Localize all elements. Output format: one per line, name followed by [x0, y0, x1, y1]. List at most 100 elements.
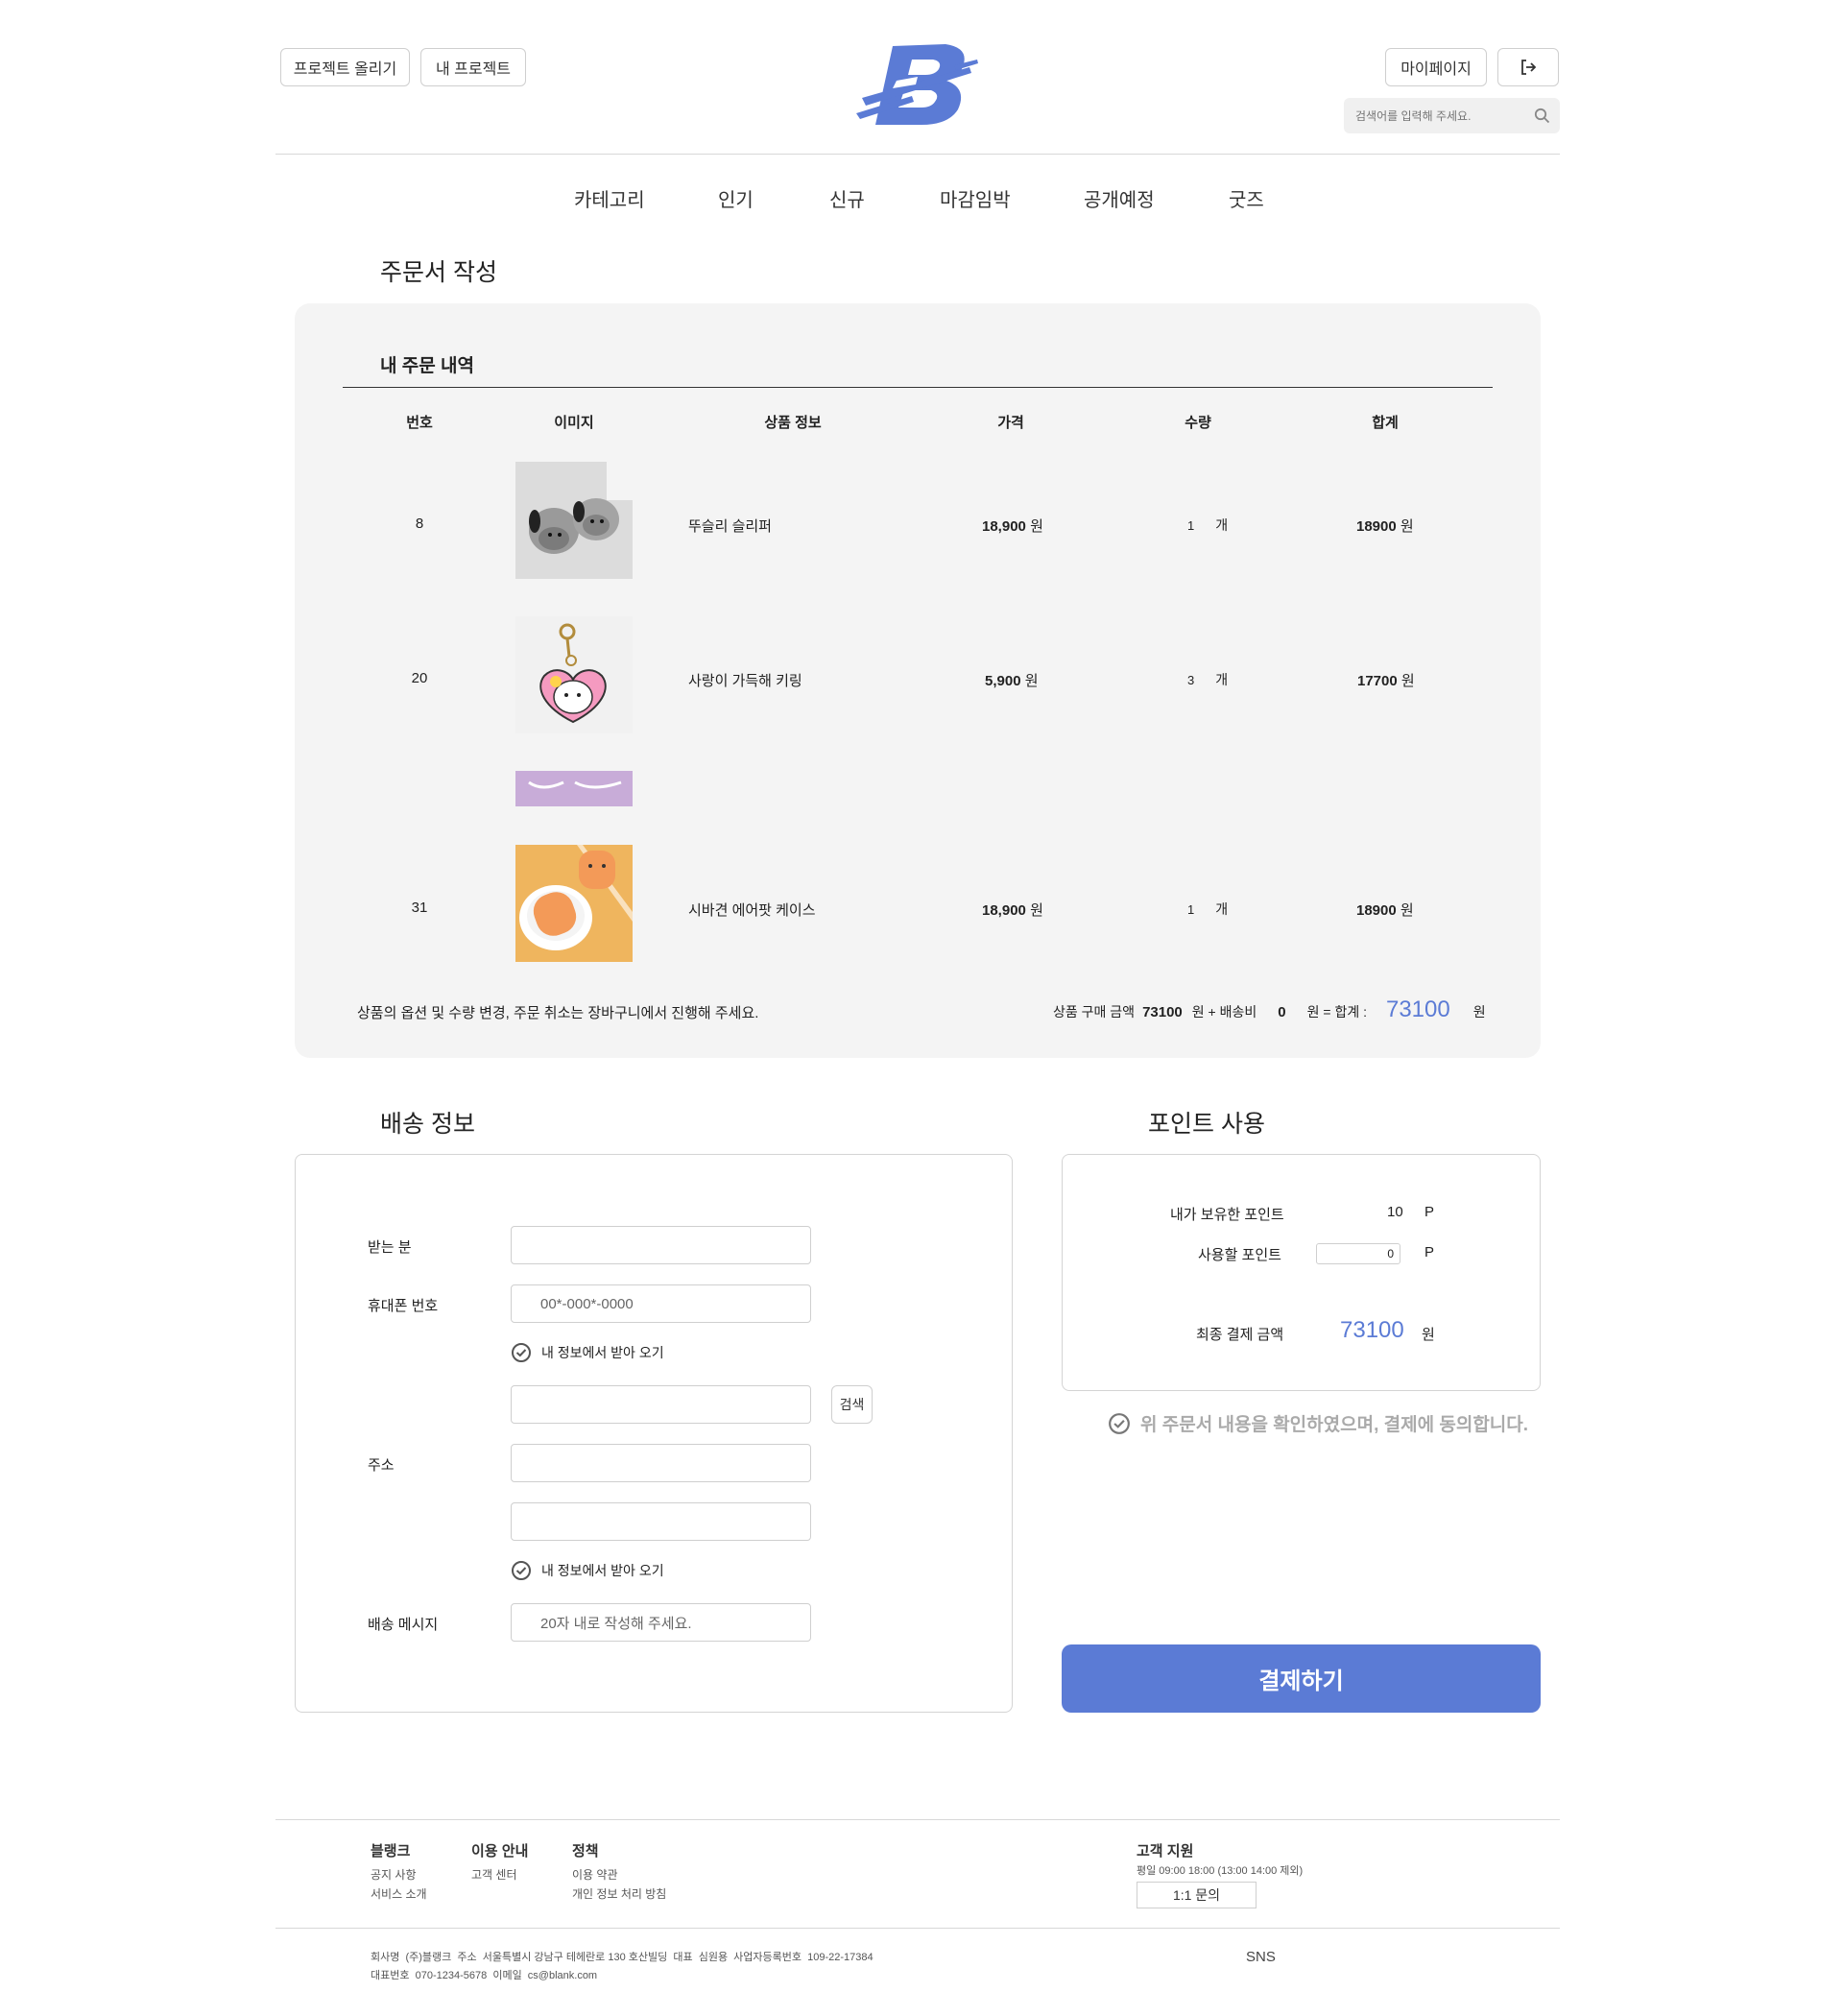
row2-product-name[interactable]: 사랑이 가득해 키링 [688, 670, 802, 690]
product-image-keyring[interactable] [515, 616, 633, 733]
footer-link-about[interactable]: 서비스 소개 [371, 1885, 427, 1902]
row1-price-won: 원 [1030, 518, 1043, 535]
row1-product-name[interactable]: 뚜슬리 슬리퍼 [688, 516, 772, 536]
recipient-input[interactable] [511, 1226, 811, 1264]
inquiry-button[interactable]: 1:1 문의 [1137, 1882, 1257, 1908]
message-label: 배송 메시지 [368, 1617, 439, 1633]
nav-popular[interactable]: 인기 [718, 184, 754, 212]
row2-no: 20 [411, 670, 428, 686]
product-image-slipper[interactable] [515, 462, 633, 579]
row3-total: 18900 원 [1356, 900, 1414, 920]
owned-points-unit: P [1424, 1204, 1435, 1220]
row2-price-value: 5,900 [985, 673, 1021, 689]
footer-divider-top [275, 1819, 1560, 1820]
footer-link-support[interactable]: 고객 센터 [471, 1866, 517, 1883]
search-bar[interactable] [1344, 98, 1560, 133]
my-project-button[interactable]: 내 프로젝트 [420, 48, 526, 86]
row3-qty: 1개 [1187, 900, 1228, 919]
mypage-button[interactable]: 마이페이지 [1385, 48, 1487, 86]
phone-label: 휴대폰 번호 [368, 1298, 439, 1314]
logo-icon [856, 44, 978, 125]
use-points-unit: P [1424, 1244, 1435, 1260]
points-title: 포인트 사용 [1148, 1111, 1265, 1138]
row1-total-value: 18900 [1356, 518, 1397, 535]
row3-total-won: 원 [1400, 902, 1414, 919]
row2-price: 5,900 원 [985, 670, 1039, 690]
search-input[interactable] [1355, 106, 1519, 126]
row2-price-won: 원 [1024, 673, 1039, 689]
nav-category[interactable]: 카테고리 [574, 184, 645, 212]
use-points-label: 사용할 포인트 [1198, 1247, 1281, 1263]
row3-product-name[interactable]: 시바견 에어팟 케이스 [688, 900, 816, 920]
row2-qty-unit: 개 [1215, 672, 1229, 687]
check-circle-icon[interactable] [511, 1342, 532, 1363]
agree-text: 위 주문서 내용을 확인하였으며, 결제에 동의합니다. [1140, 1415, 1529, 1435]
purchase-amount-value: 73100 [1142, 1004, 1183, 1020]
recipient-label: 받는 분 [368, 1239, 412, 1256]
final-amount-label: 최종 결제 금액 [1196, 1327, 1284, 1343]
row1-total: 18900 원 [1356, 516, 1414, 536]
row1-qty-value: 1 [1187, 518, 1195, 533]
pay-button[interactable]: 결제하기 [1062, 1644, 1541, 1713]
row3-price-value: 18,900 [982, 902, 1026, 919]
shipping-title: 배송 정보 [380, 1111, 475, 1138]
row3-qty-unit: 개 [1215, 901, 1229, 917]
contact-info: 대표번호 070-1234-5678 이메일 cs@blank.com [371, 1970, 598, 1981]
footer-col3-title: 정책 [572, 1843, 599, 1860]
footer-col2-title: 이용 안내 [471, 1843, 529, 1860]
row1-qty: 1개 [1187, 516, 1228, 535]
order-table-divider [343, 387, 1493, 388]
row2-total-won: 원 [1400, 673, 1415, 689]
nav-goods[interactable]: 굿즈 [1229, 184, 1264, 212]
search-icon[interactable] [1534, 108, 1550, 124]
logo[interactable] [854, 38, 979, 130]
order-notice: 상품의 옵션 및 수량 변경, 주문 취소는 장바구니에서 진행해 주세요. [357, 1005, 759, 1021]
check-circle-icon[interactable] [511, 1560, 532, 1581]
footer-link-terms[interactable]: 이용 약관 [572, 1866, 618, 1883]
use-points-input[interactable]: 0 [1316, 1243, 1400, 1264]
upload-project-button[interactable]: 프로젝트 올리기 [280, 48, 410, 86]
message-input[interactable]: 20자 내로 작성해 주세요. [511, 1603, 811, 1642]
purchase-amount-label: 상품 구매 금액 [1053, 1004, 1136, 1020]
product-image-airpod-case[interactable] [515, 845, 633, 962]
nav-coming-soon[interactable]: 공개예정 [1084, 184, 1155, 212]
points-card [1062, 1154, 1541, 1391]
zipcode-input[interactable] [511, 1385, 811, 1424]
row2-total: 17700 원 [1357, 670, 1415, 690]
row2-qty-value: 3 [1187, 673, 1195, 687]
address-input[interactable] [511, 1444, 811, 1482]
check-circle-icon[interactable] [1108, 1412, 1131, 1435]
nav-closing-soon[interactable]: 마감임박 [940, 184, 1011, 212]
row3-no: 31 [411, 900, 428, 916]
row1-no: 8 [415, 516, 424, 532]
header-divider [275, 154, 1560, 155]
load-my-info-phone[interactable]: 내 정보에서 받아 오기 [511, 1342, 664, 1363]
final-amount-value: 73100 [1340, 1317, 1404, 1343]
load-my-info-label: 내 정보에서 받아 오기 [541, 1563, 664, 1578]
address-search-button[interactable]: 검색 [831, 1385, 873, 1424]
partial-image [515, 771, 633, 806]
nav-new[interactable]: 신규 [829, 184, 865, 212]
support-title: 고객 지원 [1137, 1843, 1194, 1860]
page-title: 주문서 작성 [380, 259, 497, 286]
footer-link-privacy[interactable]: 개인 정보 처리 방침 [572, 1885, 666, 1902]
logout-button[interactable] [1497, 48, 1559, 86]
address-label: 주소 [368, 1457, 395, 1474]
row2-total-value: 17700 [1357, 673, 1398, 689]
address-detail-input[interactable] [511, 1502, 811, 1541]
product-image-partial[interactable] [515, 771, 633, 806]
phone-input[interactable]: 00*-000*-0000 [511, 1284, 811, 1323]
row1-price: 18,900 원 [982, 516, 1043, 536]
owned-points-value: 10 [1387, 1204, 1403, 1220]
agree-row[interactable]: 위 주문서 내용을 확인하였으며, 결제에 동의합니다. [1108, 1410, 1528, 1436]
row1-total-won: 원 [1400, 518, 1414, 535]
row1-price-value: 18,900 [982, 518, 1026, 535]
footer-link-notice[interactable]: 공지 사항 [371, 1866, 417, 1883]
load-my-info-address[interactable]: 내 정보에서 받아 오기 [511, 1560, 664, 1581]
airpod-case-image [515, 845, 633, 962]
col-header-image: 이미지 [554, 415, 594, 431]
order-summary-panel [295, 303, 1541, 1058]
footer-divider-bottom [275, 1928, 1560, 1929]
sns-label[interactable]: SNS [1246, 1949, 1276, 1965]
order-total-value: 73100 [1385, 996, 1450, 1022]
